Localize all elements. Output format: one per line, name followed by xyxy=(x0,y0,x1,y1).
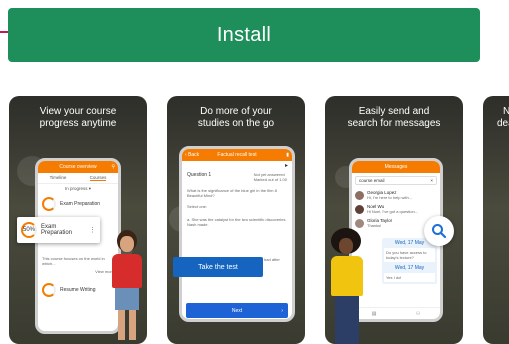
people-icon[interactable]: ⚇ xyxy=(416,311,420,317)
answer-option-a[interactable]: a. She was the catalyst for the two scie… xyxy=(182,211,292,233)
home-icon[interactable]: ▤ xyxy=(372,311,377,317)
page: Install View your course progress anytim… xyxy=(0,0,509,344)
student-photo xyxy=(327,228,367,344)
avatar xyxy=(355,218,364,228)
question-header: Question 1 Not yet answered Marked out o… xyxy=(187,172,287,182)
list-item[interactable]: Exam Preparation xyxy=(38,194,118,214)
list-item[interactable]: Georgia Lopez Hi, I'm here to help with..… xyxy=(352,188,440,202)
chevron-right-icon: › xyxy=(281,307,283,314)
app-header: ‹ Back Factual recall test ▮ xyxy=(182,149,292,161)
progress-ring-icon xyxy=(42,197,56,211)
phone-mockup: ‹ Back Factual recall test ▮ ▸ Question … xyxy=(179,146,295,322)
view-more-link[interactable]: View more xyxy=(38,268,118,275)
tab-timeline[interactable]: Timeline xyxy=(50,175,67,181)
avatar xyxy=(355,204,364,214)
search-icon: ⚲ xyxy=(111,164,115,170)
install-button[interactable]: Install xyxy=(8,8,480,62)
tab-bar: Timeline Courses xyxy=(38,173,118,184)
card-caption: Do more of your studies on the go xyxy=(197,106,275,129)
back-link[interactable]: ‹ Back xyxy=(185,152,199,158)
close-icon[interactable]: × xyxy=(430,178,433,183)
next-button[interactable]: Next › xyxy=(186,303,288,318)
card-caption: N dea xyxy=(497,106,509,129)
course-note: This course focuses on the world in whic… xyxy=(42,256,105,266)
select-label: Select one: xyxy=(187,204,208,209)
question-text: What is the significance of the blue gir… xyxy=(187,188,277,198)
filter-select[interactable]: In progress ▾ xyxy=(38,184,118,194)
progress-ring-icon xyxy=(42,283,56,297)
message-thread: Wed, 17 May Do you have access to today'… xyxy=(382,238,437,284)
search-input[interactable]: course email × xyxy=(355,176,437,185)
play-icon[interactable]: ▸ xyxy=(182,161,292,170)
list-item[interactable]: Noel Wu Hi Noel, I've got a question... xyxy=(352,202,440,216)
screenshot-card-partial[interactable]: N dea xyxy=(483,96,509,344)
card-caption: Easily send and search for messages xyxy=(347,106,441,129)
search-icon[interactable] xyxy=(424,216,454,246)
avatar xyxy=(355,190,364,200)
list-item[interactable]: Resume Writing xyxy=(38,275,118,297)
progress-ring-icon: 50% xyxy=(21,222,37,238)
delete-icon[interactable]: ▮ xyxy=(286,152,289,158)
more-vertical-icon[interactable]: ⋮ xyxy=(89,226,100,234)
app-header: Messages xyxy=(352,161,440,173)
app-header: Course overview ⚲ xyxy=(38,161,118,173)
exam-preparation-popup[interactable]: 50% Exam Preparation ⋮ xyxy=(17,217,100,243)
take-test-button[interactable]: Take the test xyxy=(173,257,263,277)
tab-courses[interactable]: Courses xyxy=(89,175,107,181)
student-photo xyxy=(107,230,147,344)
card-caption: View your course progress anytime xyxy=(39,106,117,129)
